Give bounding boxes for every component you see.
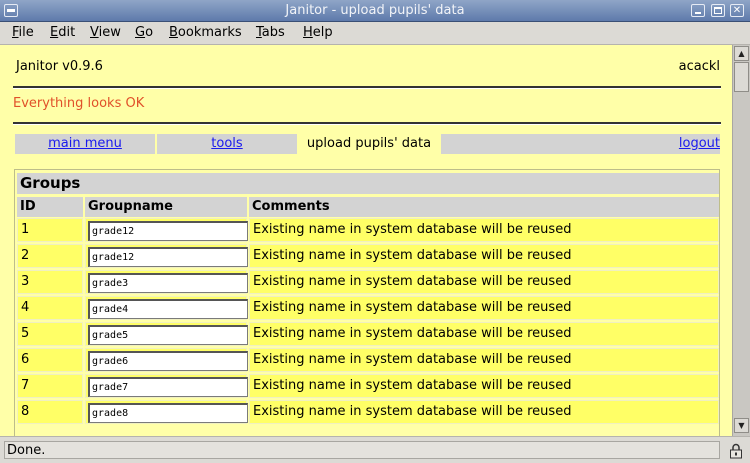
row-id: 1 [17, 218, 83, 242]
row-comment: Existing name in system database will be… [249, 322, 719, 346]
table-row: 7 Existing name in system database will … [15, 374, 719, 398]
user-name: acackl [678, 59, 720, 74]
groupname-cell [85, 218, 248, 242]
maximize-icon[interactable] [711, 4, 725, 17]
divider [13, 122, 721, 125]
menu-edit[interactable]: Edit [50, 25, 75, 40]
row-id: 2 [17, 244, 83, 268]
nav-main-menu-cell: main menu [15, 134, 155, 154]
groupname-input[interactable] [88, 299, 248, 319]
groupname-cell [85, 348, 248, 372]
groupname-cell [85, 400, 248, 424]
table-row: 6 Existing name in system database will … [15, 348, 719, 372]
lock-icon[interactable] [728, 443, 744, 459]
logout-link[interactable]: logout [679, 136, 720, 151]
vertical-scrollbar[interactable]: ▲ ▼ [732, 45, 750, 436]
groupname-cell [85, 322, 248, 346]
nav-logout-cell: logout [441, 134, 720, 154]
groupname-cell [85, 244, 248, 268]
menu-view[interactable]: View [90, 25, 121, 40]
divider [13, 86, 721, 89]
tools-link[interactable]: tools [211, 136, 242, 151]
row-id: 6 [17, 348, 83, 372]
app-version: Janitor v0.9.6 [16, 59, 103, 74]
status-message: Everything looks OK [13, 96, 145, 111]
column-header-groupname: Groupname [85, 197, 247, 217]
menu-go[interactable]: Go [135, 25, 153, 40]
row-comment: Existing name in system database will be… [249, 374, 719, 398]
row-id: 3 [17, 270, 83, 294]
groupname-input[interactable] [88, 403, 248, 423]
scroll-thumb[interactable] [734, 62, 749, 92]
table-row: 8 Existing name in system database will … [15, 400, 719, 424]
menu-bar: File Edit View Go Bookmarks Tabs Help [0, 22, 750, 45]
close-icon[interactable]: ✕ [730, 4, 744, 17]
column-header-comments: Comments [249, 197, 719, 217]
nav-current-page: upload pupils' data [299, 134, 439, 154]
row-id: 8 [17, 400, 83, 424]
groups-table: Groups ID Groupname Comments 1 Existing … [14, 169, 720, 436]
row-comment: Existing name in system database will be… [249, 400, 719, 424]
window-title: Janitor - upload pupils' data [285, 3, 465, 18]
groupname-input[interactable] [88, 325, 248, 345]
groupname-input[interactable] [88, 351, 248, 371]
row-id: 4 [17, 296, 83, 320]
table-row: 2 Existing name in system database will … [15, 244, 719, 268]
row-comment: Existing name in system database will be… [249, 218, 719, 242]
groupname-input[interactable] [88, 247, 248, 267]
table-row: 1 Existing name in system database will … [15, 218, 719, 242]
row-id: 5 [17, 322, 83, 346]
table-row: 5 Existing name in system database will … [15, 322, 719, 346]
minimize-icon[interactable] [691, 4, 705, 17]
table-row: 3 Existing name in system database will … [15, 270, 719, 294]
row-comment: Existing name in system database will be… [249, 348, 719, 372]
column-header-id: ID [17, 197, 83, 217]
menu-tabs[interactable]: Tabs [256, 25, 285, 40]
scroll-up-icon[interactable]: ▲ [734, 46, 749, 61]
groups-title: Groups [17, 173, 719, 194]
groupname-input[interactable] [88, 377, 248, 397]
row-comment: Existing name in system database will be… [249, 296, 719, 320]
menu-bookmarks[interactable]: Bookmarks [169, 25, 242, 40]
menu-help[interactable]: Help [303, 25, 333, 40]
row-comment: Existing name in system database will be… [249, 244, 719, 268]
main-menu-link[interactable]: main menu [48, 136, 122, 151]
scroll-down-icon[interactable]: ▼ [734, 418, 749, 433]
groupname-input[interactable] [88, 221, 248, 241]
table-row: 4 Existing name in system database will … [15, 296, 719, 320]
menu-file[interactable]: File [12, 25, 34, 40]
nav-tools-cell: tools [157, 134, 297, 154]
groupname-cell [85, 296, 248, 320]
groupname-cell [85, 374, 248, 398]
page-content: Janitor v0.9.6 acackl Everything looks O… [0, 45, 732, 436]
row-id: 7 [17, 374, 83, 398]
groupname-cell [85, 270, 248, 294]
status-bar: Done. [0, 436, 750, 463]
status-text: Done. [4, 441, 720, 459]
window-titlebar: Janitor - upload pupils' data ✕ [0, 0, 750, 22]
groupname-input[interactable] [88, 273, 248, 293]
row-comment: Existing name in system database will be… [249, 270, 719, 294]
